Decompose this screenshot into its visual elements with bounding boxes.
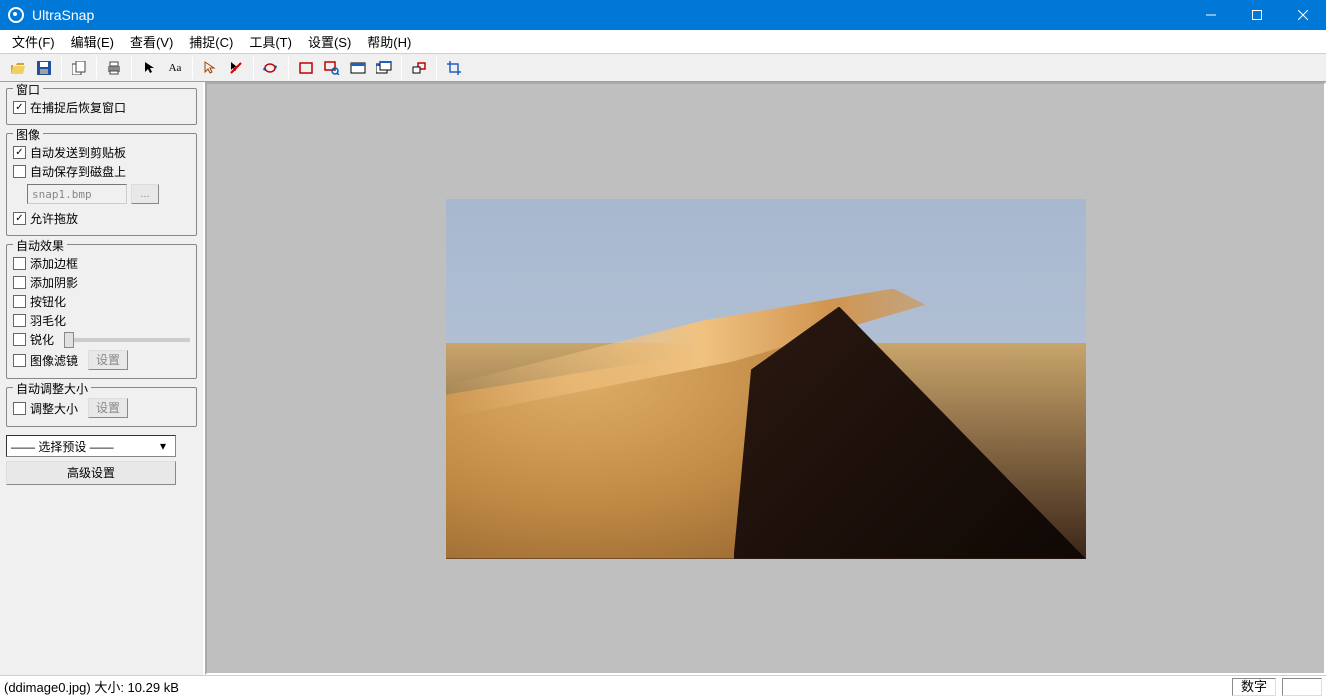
toolbar: Aa: [0, 54, 1326, 82]
label-add-shadow: 添加阴影: [30, 274, 78, 291]
status-empty-cell: [1282, 678, 1322, 696]
label-add-border: 添加边框: [30, 255, 78, 272]
label-buttonize: 按钮化: [30, 293, 66, 310]
group-window: 窗口 在捕捉后恢复窗口: [6, 88, 197, 125]
checkbox-sharpen[interactable]: [13, 333, 26, 346]
label-resize: 调整大小: [30, 400, 78, 417]
checkbox-allow-drag[interactable]: [13, 212, 26, 225]
group-image: 图像 自动发送到剪贴板 自动保存到磁盘上 ... 允许拖放: [6, 133, 197, 236]
label-auto-clipboard: 自动发送到剪贴板: [30, 144, 126, 161]
checkbox-feather[interactable]: [13, 314, 26, 327]
menu-edit[interactable]: 编辑(E): [63, 30, 122, 53]
capture-multi-window-icon[interactable]: [372, 57, 396, 79]
checkbox-add-border[interactable]: [13, 257, 26, 270]
app-title: UltraSnap: [32, 7, 1188, 23]
status-numlock: 数字: [1232, 678, 1276, 696]
app-icon: [8, 7, 24, 23]
text-icon[interactable]: Aa: [163, 57, 187, 79]
dropdown-arrow-icon: ▾: [155, 439, 171, 453]
resize-settings-button[interactable]: 设置: [88, 398, 128, 418]
checkbox-auto-save-disk[interactable]: [13, 165, 26, 178]
statusbar: (ddimage0.jpg) 大小: 10.29 kB 数字: [0, 675, 1326, 697]
group-resize-legend: 自动调整大小: [13, 380, 91, 397]
capture-region-icon[interactable]: [294, 57, 318, 79]
status-file-info: (ddimage0.jpg) 大小: 10.29 kB: [4, 677, 179, 696]
print-icon[interactable]: [102, 57, 126, 79]
group-resize: 自动调整大小 调整大小设置: [6, 387, 197, 427]
capture-region-zoom-icon[interactable]: [320, 57, 344, 79]
menu-settings[interactable]: 设置(S): [300, 30, 359, 53]
label-feather: 羽毛化: [30, 312, 66, 329]
group-effects: 自动效果 添加边框 添加阴影 按钮化 羽毛化 锐化 图像滤镜设置: [6, 244, 197, 379]
checkbox-buttonize[interactable]: [13, 295, 26, 308]
cancel-capture-icon[interactable]: [224, 57, 248, 79]
sharpen-slider[interactable]: [64, 338, 190, 342]
menu-tools[interactable]: 工具(T): [241, 30, 300, 53]
checkbox-auto-clipboard[interactable]: [13, 146, 26, 159]
label-restore-window: 在捕捉后恢复窗口: [30, 99, 126, 116]
preset-select-label: —— 选择预设 ——: [11, 438, 114, 455]
checkbox-add-shadow[interactable]: [13, 276, 26, 289]
checkbox-filter[interactable]: [13, 354, 26, 367]
group-window-legend: 窗口: [13, 82, 43, 98]
checkbox-restore-window[interactable]: [13, 101, 26, 114]
save-icon[interactable]: [32, 57, 56, 79]
copy-icon[interactable]: [67, 57, 91, 79]
canvas-area: [205, 82, 1326, 675]
label-sharpen: 锐化: [30, 331, 54, 348]
label-allow-drag: 允许拖放: [30, 210, 78, 227]
sidebar: 窗口 在捕捉后恢复窗口 图像 自动发送到剪贴板 自动保存到磁盘上 ...: [0, 82, 205, 675]
crop-icon[interactable]: [442, 57, 466, 79]
menu-capture[interactable]: 捕捉(C): [181, 30, 241, 53]
browse-button[interactable]: ...: [131, 184, 159, 204]
menu-help[interactable]: 帮助(H): [359, 30, 419, 53]
filename-input[interactable]: [27, 184, 127, 204]
group-effects-legend: 自动效果: [13, 237, 67, 254]
capture-window-icon[interactable]: [346, 57, 370, 79]
pointer-icon[interactable]: [137, 57, 161, 79]
maximize-button[interactable]: [1234, 0, 1280, 30]
text-aa-label: Aa: [169, 62, 182, 74]
label-filter: 图像滤镜: [30, 352, 78, 369]
menu-file[interactable]: 文件(F): [4, 30, 63, 53]
menu-view[interactable]: 查看(V): [122, 30, 181, 53]
pointer-precision-icon[interactable]: [198, 57, 222, 79]
image-preview[interactable]: [446, 199, 1086, 559]
titlebar: UltraSnap: [0, 0, 1326, 30]
minimize-button[interactable]: [1188, 0, 1234, 30]
advanced-settings-button[interactable]: 高级设置: [6, 461, 176, 485]
repeat-capture-icon[interactable]: [259, 57, 283, 79]
close-button[interactable]: [1280, 0, 1326, 30]
capture-object-icon[interactable]: [407, 57, 431, 79]
checkbox-resize[interactable]: [13, 402, 26, 415]
label-auto-save-disk: 自动保存到磁盘上: [30, 163, 126, 180]
filter-settings-button[interactable]: 设置: [88, 350, 128, 370]
preset-select[interactable]: —— 选择预设 —— ▾: [6, 435, 176, 457]
menubar: 文件(F) 编辑(E) 查看(V) 捕捉(C) 工具(T) 设置(S) 帮助(H…: [0, 30, 1326, 54]
open-icon[interactable]: [6, 57, 30, 79]
group-image-legend: 图像: [13, 126, 43, 143]
